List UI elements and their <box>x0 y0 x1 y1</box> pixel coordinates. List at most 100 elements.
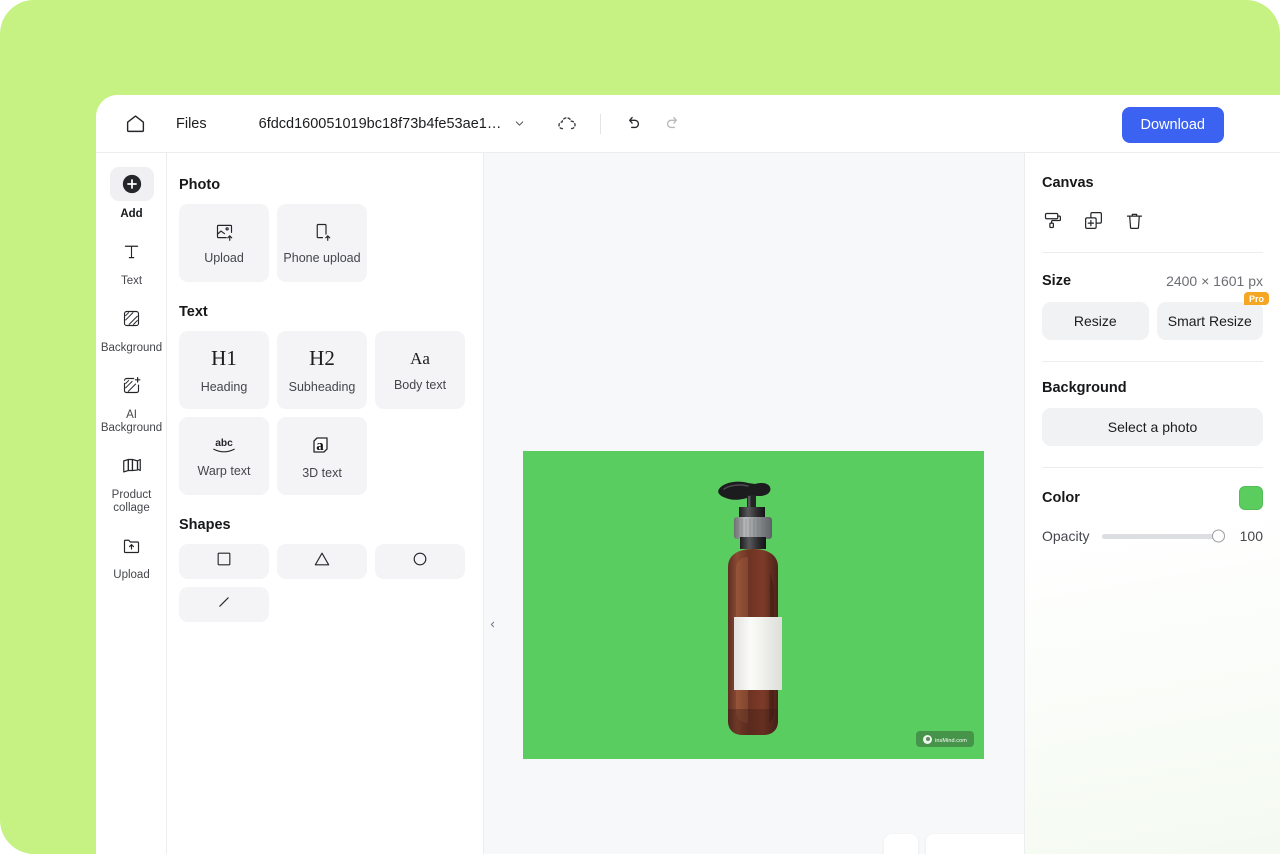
rail-item-add[interactable]: Add <box>96 160 167 227</box>
inspector-title: Canvas <box>1042 175 1094 191</box>
canvas-stage[interactable]: insMind.com <box>484 153 1038 854</box>
insmind-watermark: insMind.com <box>916 731 974 747</box>
rail-label: AI Background <box>100 409 163 434</box>
tile-label: 3D text <box>302 465 342 480</box>
opacity-label: Opacity <box>1042 528 1090 544</box>
photo-section-title: Photo <box>179 177 221 193</box>
rail-item-product-collage[interactable]: Product collage <box>96 441 167 521</box>
tile-label: Upload <box>204 251 244 265</box>
panel-collapse-handle[interactable] <box>484 585 500 665</box>
photo-tiles: Upload Phone upload <box>179 204 483 282</box>
line-shape-tile[interactable] <box>179 587 269 622</box>
redo-icon[interactable] <box>664 114 683 133</box>
rail-label: Upload <box>113 569 150 581</box>
collage-panels-icon <box>110 448 154 482</box>
phone-upload-tile[interactable]: Phone upload <box>277 204 367 282</box>
subheading-tile[interactable]: H2 Subheading <box>277 331 367 409</box>
tile-label: Phone upload <box>283 251 361 265</box>
circle-shape-tile[interactable] <box>375 544 465 579</box>
left-rail: Add Text Background AI Background Produc… <box>96 153 167 854</box>
svg-text:a: a <box>316 438 324 454</box>
resize-button[interactable]: Resize <box>1042 302 1149 340</box>
text-t-icon <box>110 234 154 268</box>
home-icon[interactable] <box>120 109 150 139</box>
undo-icon[interactable] <box>623 114 642 133</box>
select-photo-button[interactable]: Select a photo <box>1042 408 1263 446</box>
files-menu[interactable]: Files <box>176 116 207 132</box>
canvas-inspector: Canvas Size 2400 × 1601 px Resize Smart … <box>1024 153 1280 854</box>
text-section-title: Text <box>179 304 208 320</box>
3d-text-tile[interactable]: a 3D text <box>277 417 367 495</box>
opacity-slider-fill <box>1102 533 1224 539</box>
tile-label: Warp text <box>197 463 251 478</box>
warp-text-icon: abc <box>207 435 241 455</box>
watermark-label: insMind.com <box>935 738 967 744</box>
rail-label: Product collage <box>111 489 152 514</box>
rail-label: Add <box>120 208 143 220</box>
rail-label: Text <box>120 275 143 287</box>
elements-panel: Photo Upload Phone upload Text H1 Headin… <box>167 153 484 854</box>
body-text-tile[interactable]: Aa Body text <box>375 331 465 409</box>
brown-pump-bottle[interactable] <box>698 469 810 739</box>
folder-upload-icon <box>110 528 154 562</box>
text-tiles: H1 Heading H2 Subheading Aa Body text ab… <box>179 331 483 495</box>
chevron-left-icon <box>488 616 497 634</box>
document-title: 6fdcd160051019bc18f73b4fe53ae1… <box>258 115 502 132</box>
smart-resize-button[interactable]: Smart Resize <box>1156 302 1263 340</box>
background-label: Background <box>1042 380 1127 396</box>
size-value: 2400 × 1601 px <box>1166 273 1263 289</box>
upload-tile[interactable]: Upload <box>179 204 269 282</box>
hatch-square-sparkle-icon <box>110 368 154 402</box>
rail-label: Background <box>100 342 163 354</box>
pro-badge: Pro <box>1243 292 1269 305</box>
color-row: Color <box>1042 486 1263 510</box>
insmind-logo-icon <box>923 734 933 744</box>
triangle-shape-icon <box>312 549 332 574</box>
triangle-shape-tile[interactable] <box>277 544 367 579</box>
tile-label: Body text <box>393 377 447 392</box>
line-shape-icon <box>214 592 234 617</box>
trash-icon[interactable] <box>1124 210 1145 231</box>
size-row: Size 2400 × 1601 px <box>1042 273 1263 289</box>
artboard[interactable]: insMind.com <box>523 451 984 759</box>
opacity-slider-knob[interactable] <box>1212 529 1225 543</box>
download-button[interactable]: Download <box>1121 107 1224 143</box>
h2-icon: H2 <box>309 346 335 370</box>
heading-tile[interactable]: H1 Heading <box>179 331 269 409</box>
resize-buttons: Resize Smart Resize Pro <box>1042 292 1269 340</box>
warp-text-tile[interactable]: abc Warp text <box>179 417 269 495</box>
rail-item-ai-background[interactable]: AI Background <box>96 361 167 441</box>
header-divider <box>600 113 602 134</box>
hatch-square-icon <box>110 301 154 335</box>
color-label: Color <box>1042 490 1080 506</box>
size-label: Size <box>1042 273 1072 289</box>
shapes-section-title: Shapes <box>179 517 231 533</box>
aa-icon: Aa <box>410 348 430 368</box>
image-upload-icon <box>214 221 235 242</box>
shape-tiles <box>179 544 483 622</box>
rail-item-upload[interactable]: Upload <box>96 521 167 588</box>
rail-item-text[interactable]: Text <box>96 227 167 294</box>
app-window: Files 6fdcd160051019bc18f73b4fe53ae1… Do… <box>96 95 1280 854</box>
canvas-tools <box>1042 210 1263 253</box>
app-header: Files 6fdcd160051019bc18f73b4fe53ae1… Do… <box>96 95 1280 153</box>
opacity-value: 100 <box>1239 528 1263 544</box>
chevron-down-icon <box>513 117 526 130</box>
document-title-dropdown[interactable]: 6fdcd160051019bc18f73b4fe53ae1… <box>259 116 527 132</box>
duplicate-icon[interactable] <box>1083 210 1104 231</box>
color-swatch[interactable] <box>1239 486 1263 510</box>
opacity-slider[interactable] <box>1102 529 1225 543</box>
tile-label: Heading <box>200 380 248 394</box>
tile-label: Subheading <box>288 380 356 394</box>
bottom-toolbar-button[interactable] <box>884 834 918 854</box>
cloud-sync-icon[interactable] <box>556 113 578 135</box>
rail-item-background[interactable]: Background <box>96 294 167 361</box>
phone-upload-icon <box>312 221 333 242</box>
svg-text:abc: abc <box>215 437 233 448</box>
circle-shape-icon <box>410 549 430 574</box>
bottom-toolbar-zoom-control[interactable] <box>926 834 1038 854</box>
opacity-row: Opacity 100 <box>1042 528 1263 544</box>
paint-roller-icon[interactable] <box>1042 210 1063 231</box>
3d-text-icon: a <box>310 433 334 457</box>
square-shape-tile[interactable] <box>179 544 269 579</box>
